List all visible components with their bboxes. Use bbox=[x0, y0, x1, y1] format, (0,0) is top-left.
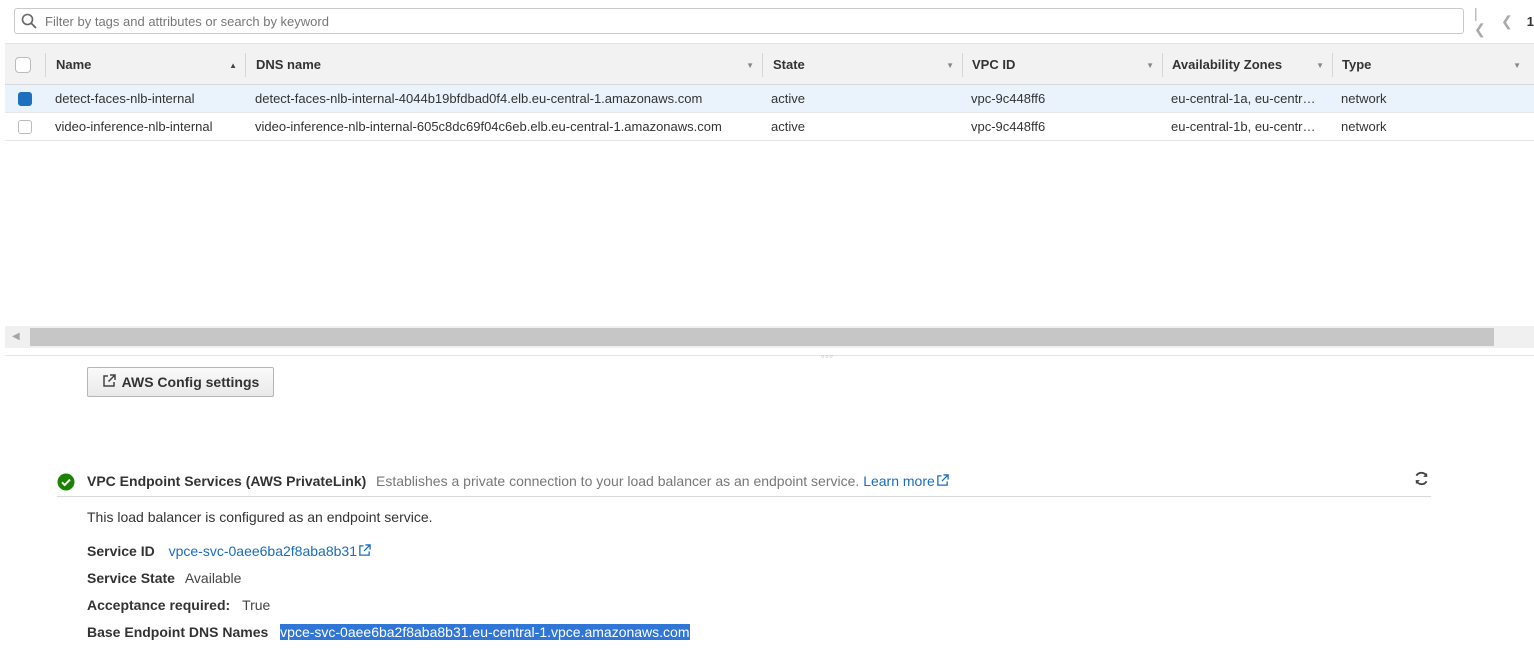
table-row[interactable]: detect-faces-nlb-internal detect-faces-n… bbox=[5, 85, 1534, 113]
sort-caret-icon: ▼ bbox=[746, 61, 754, 70]
table-row[interactable]: video-inference-nlb-internal video-infer… bbox=[5, 113, 1534, 141]
column-label: State bbox=[773, 57, 805, 72]
page-number: 1 bbox=[1526, 13, 1534, 29]
cell-state: active bbox=[771, 91, 805, 106]
column-header-state[interactable]: State ▼ bbox=[762, 44, 962, 85]
acceptance-required-value: True bbox=[242, 597, 271, 613]
column-label: DNS name bbox=[256, 57, 322, 72]
row-checkbox[interactable] bbox=[18, 91, 32, 106]
column-header-availability-zones[interactable]: Availability Zones ▼ bbox=[1162, 44, 1332, 85]
panel-divider bbox=[5, 355, 1534, 356]
column-label: Availability Zones bbox=[1172, 57, 1283, 72]
pagination: |❮ ❮ 1 bbox=[1474, 5, 1534, 37]
table-header: Name ▲ DNS name ▼ State ▼ VPC ID ▼ Avail… bbox=[5, 43, 1534, 85]
column-header-vpc-id[interactable]: VPC ID ▼ bbox=[962, 44, 1162, 85]
acceptance-required-row: Acceptance required: True bbox=[87, 597, 270, 613]
column-label: Type bbox=[1342, 57, 1372, 72]
load-balancer-table: Name ▲ DNS name ▼ State ▼ VPC ID ▼ Avail… bbox=[5, 43, 1534, 141]
external-link-icon bbox=[359, 544, 371, 556]
sort-ascending-icon: ▲ bbox=[229, 61, 237, 70]
select-all-checkbox[interactable] bbox=[15, 56, 31, 73]
column-label: Name bbox=[56, 57, 92, 72]
service-id-link[interactable]: vpce-svc-0aee6ba2f8aba8b31 bbox=[169, 543, 371, 559]
external-link-icon bbox=[102, 373, 116, 391]
dns-names-label: Base Endpoint DNS Names bbox=[87, 624, 269, 640]
cell-vpc-id: vpc-9c448ff6 bbox=[971, 91, 1046, 106]
resize-handle-icon[interactable]: ▫▫▫ bbox=[821, 351, 834, 361]
horizontal-scrollbar[interactable]: ◀ bbox=[5, 326, 1534, 348]
scroll-left-icon[interactable]: ◀ bbox=[12, 331, 20, 342]
service-state-value: Available bbox=[184, 570, 242, 586]
success-check-icon bbox=[57, 473, 75, 494]
service-state-row: Service State Available bbox=[87, 570, 241, 586]
row-checkbox[interactable] bbox=[18, 119, 32, 134]
cell-name: detect-faces-nlb-internal bbox=[55, 91, 195, 106]
filter-bar bbox=[14, 8, 1464, 34]
sort-caret-icon: ▼ bbox=[1146, 61, 1154, 70]
cell-type: network bbox=[1341, 119, 1387, 134]
service-id-row: Service ID vpce-svc-0aee6ba2f8aba8b31 bbox=[87, 543, 371, 559]
previous-page-icon[interactable]: ❮ bbox=[1501, 13, 1513, 30]
cell-name: video-inference-nlb-internal bbox=[55, 119, 213, 134]
learn-more-link[interactable]: Learn more bbox=[863, 473, 949, 489]
column-header-name[interactable]: Name ▲ bbox=[45, 44, 245, 85]
learn-more-label: Learn more bbox=[863, 473, 935, 489]
cell-availability-zones: eu-central-1b, eu-centr… bbox=[1171, 119, 1316, 134]
sort-caret-icon: ▼ bbox=[1513, 61, 1521, 70]
button-label: AWS Config settings bbox=[121, 374, 260, 390]
refresh-icon[interactable] bbox=[1414, 471, 1429, 489]
service-id-label: Service ID bbox=[87, 543, 155, 559]
column-label: VPC ID bbox=[972, 57, 1016, 72]
endpoint-services-header: VPC Endpoint Services (AWS PrivateLink) … bbox=[57, 470, 1431, 497]
select-all-cell bbox=[15, 44, 45, 85]
search-icon bbox=[21, 12, 39, 30]
dns-names-row: Base Endpoint DNS Names vpce-svc-0aee6ba… bbox=[87, 624, 690, 640]
row-select-cell bbox=[18, 85, 46, 112]
aws-config-settings-button[interactable]: AWS Config settings bbox=[87, 367, 274, 397]
dns-names-value[interactable]: vpce-svc-0aee6ba2f8aba8b31.eu-central-1.… bbox=[280, 624, 690, 640]
service-state-label: Service State bbox=[87, 570, 175, 586]
column-header-dns-name[interactable]: DNS name ▼ bbox=[245, 44, 762, 85]
external-link-icon bbox=[936, 474, 949, 486]
cell-vpc-id: vpc-9c448ff6 bbox=[971, 119, 1046, 134]
section-title: VPC Endpoint Services (AWS PrivateLink) bbox=[87, 473, 367, 489]
service-id-value: vpce-svc-0aee6ba2f8aba8b31 bbox=[168, 543, 357, 559]
scrollbar-thumb[interactable] bbox=[30, 328, 1494, 346]
filter-input[interactable] bbox=[43, 9, 1463, 33]
column-header-type[interactable]: Type ▼ bbox=[1332, 44, 1529, 85]
endpoint-status-text: This load balancer is configured as an e… bbox=[87, 509, 433, 525]
cell-availability-zones: eu-central-1a, eu-centr… bbox=[1171, 91, 1316, 106]
first-page-icon[interactable]: |❮ bbox=[1474, 5, 1489, 38]
cell-state: active bbox=[771, 119, 805, 134]
description-text: Establishes a private connection to your… bbox=[376, 473, 860, 489]
sort-caret-icon: ▼ bbox=[1316, 61, 1324, 70]
sort-caret-icon: ▼ bbox=[946, 61, 954, 70]
section-description: Establishes a private connection to your… bbox=[376, 473, 949, 489]
acceptance-required-label: Acceptance required: bbox=[87, 597, 231, 613]
row-select-cell bbox=[18, 113, 46, 140]
cell-dns-name: video-inference-nlb-internal-605c8dc69f0… bbox=[255, 119, 722, 134]
cell-type: network bbox=[1341, 91, 1387, 106]
cell-dns-name: detect-faces-nlb-internal-4044b19bfdbad0… bbox=[255, 91, 703, 106]
